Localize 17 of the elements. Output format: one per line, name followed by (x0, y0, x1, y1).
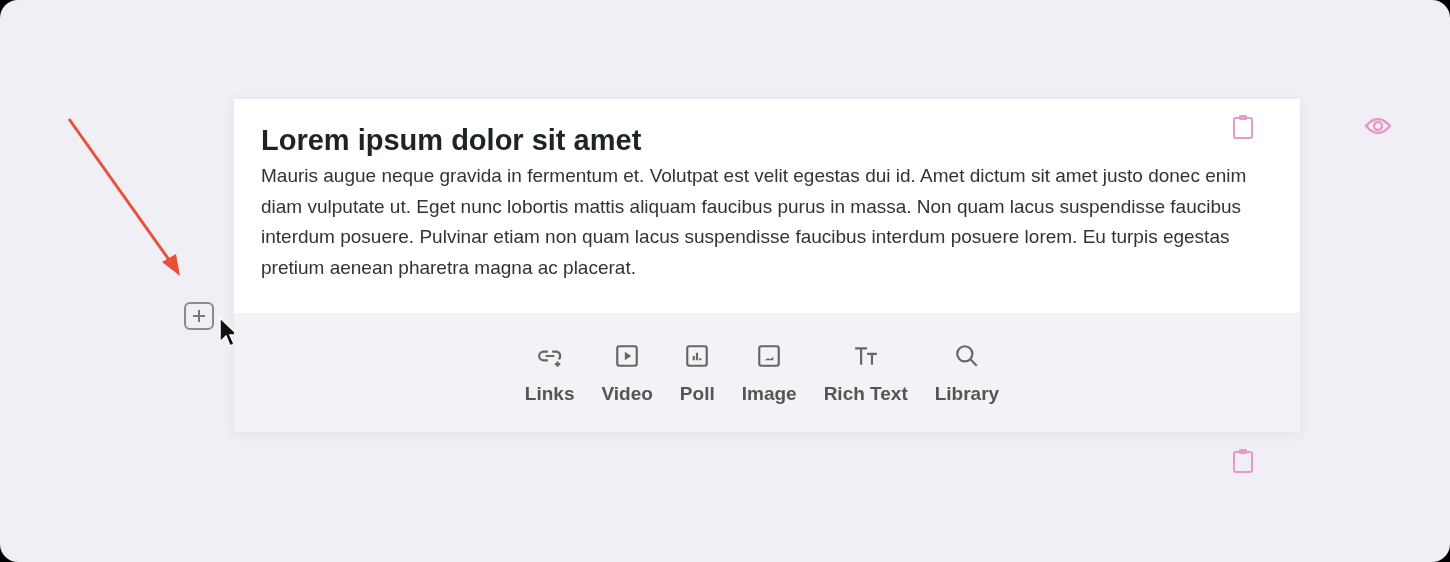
image-icon (756, 343, 783, 369)
play-icon (614, 343, 641, 369)
card-title: Lorem ipsum dolor sit amet (261, 123, 642, 158)
card-paragraph: Mauris augue neque gravida in fermentum et. Volutpat est velit egestas dui id. Amet dictum sit amet justo donec enim diam vulputate ut. Eget nunc lobortis mattis aliquam faucibus purus in massa. Non quam lacus suspendisse faucibus interdum posuere. Pulvinar etiam non quam lacus suspendisse faucibus interdum posuere lorem. Eu turpis egestas pretium aenean pharetra magna ac placerat. (261, 164, 1248, 280)
toolbar-button[interactable]: Rich Text (823, 343, 908, 409)
clipboard-icon[interactable] (1232, 448, 1254, 474)
toolbar-button[interactable]: Poll (679, 343, 715, 409)
clipboard-icon[interactable] (1232, 114, 1254, 140)
add-block-button[interactable] (184, 302, 214, 330)
toolbar-button[interactable]: Links (524, 343, 575, 409)
search-icon (953, 343, 980, 369)
eye-icon[interactable] (1364, 116, 1392, 136)
toolbar-button[interactable]: Library (934, 343, 1000, 409)
plus-icon (192, 309, 206, 323)
bar-chart-icon (684, 343, 711, 369)
toolbar-button[interactable]: Video (601, 343, 653, 409)
toolbar-button[interactable]: Image (741, 343, 797, 409)
